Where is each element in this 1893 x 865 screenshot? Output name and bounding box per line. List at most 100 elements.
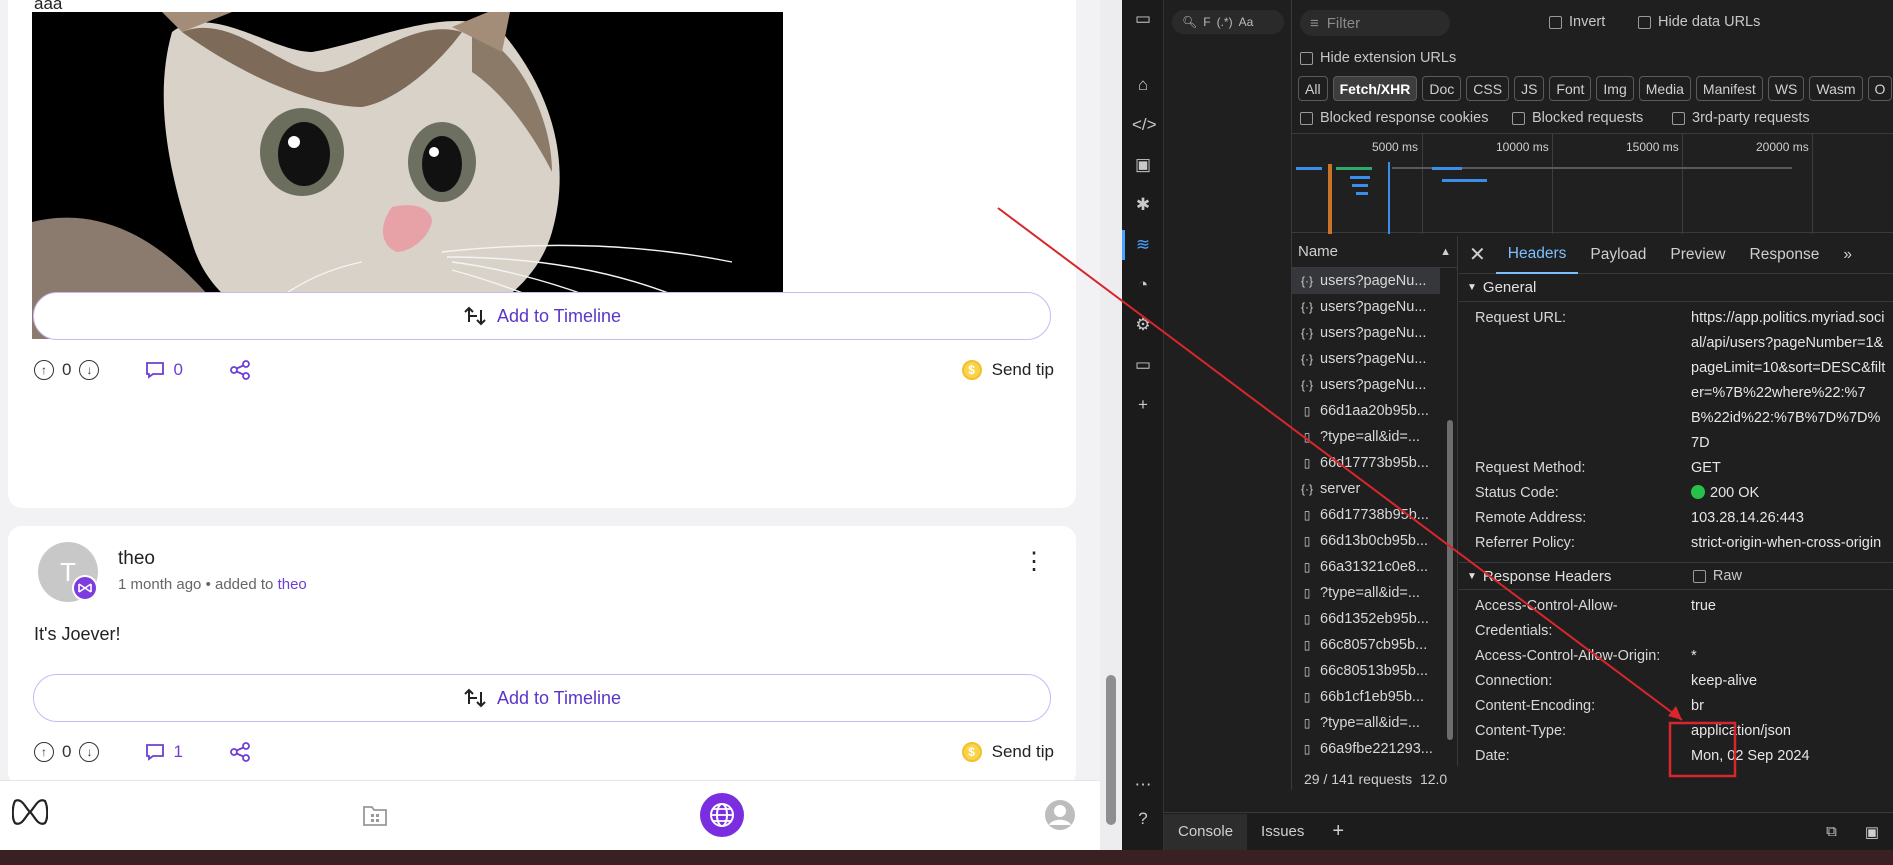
home-icon[interactable]: ⌂ bbox=[1132, 74, 1154, 96]
request-row[interactable]: ▯ 66d17773b95b... bbox=[1292, 450, 1440, 476]
type-filter-button[interactable]: Img bbox=[1596, 76, 1634, 101]
invert-checkbox[interactable]: Invert bbox=[1549, 14, 1605, 30]
type-filter-button[interactable]: CSS bbox=[1466, 76, 1510, 101]
request-row[interactable]: {·} users?pageNu... bbox=[1292, 268, 1440, 294]
downvote-icon[interactable]: ↓ bbox=[79, 360, 100, 380]
type-filter-button[interactable]: O bbox=[1867, 76, 1893, 101]
comment-button[interactable]: 0 bbox=[145, 360, 183, 380]
third-party-checkbox[interactable]: 3rd-party requests bbox=[1672, 110, 1810, 126]
filter-input[interactable]: ≡ Filter bbox=[1300, 10, 1450, 36]
detail-tab[interactable]: Headers bbox=[1495, 236, 1579, 274]
more-icon[interactable]: ⋯ bbox=[1132, 774, 1154, 796]
request-row[interactable]: {·} users?pageNu... bbox=[1292, 346, 1440, 372]
type-filter-button[interactable]: Fetch/XHR bbox=[1332, 76, 1418, 101]
network-overview-timeline[interactable]: 5000 ms 10000 ms 15000 ms 20000 ms bbox=[1292, 133, 1893, 234]
upvote-icon[interactable]: ↑ bbox=[34, 360, 54, 380]
request-row[interactable]: ▯ 66d1aa20b95b... bbox=[1292, 398, 1440, 424]
regex-toggle[interactable]: (.*) bbox=[1217, 15, 1233, 29]
close-detail-icon[interactable]: ✕ bbox=[1459, 236, 1496, 274]
type-filter-button[interactable]: WS bbox=[1767, 76, 1805, 101]
hide-extension-urls-checkbox[interactable]: Hide extension URLs bbox=[1300, 50, 1456, 66]
send-tip-button[interactable]: $ Send tip bbox=[961, 360, 1054, 380]
type-filter-button[interactable]: Doc bbox=[1422, 76, 1462, 101]
globe-icon[interactable] bbox=[700, 793, 744, 837]
header-value[interactable]: GET bbox=[1691, 456, 1887, 481]
page-scroll-thumb[interactable] bbox=[1106, 675, 1116, 825]
help-icon[interactable]: ? bbox=[1132, 808, 1154, 830]
profile-avatar-icon[interactable] bbox=[1044, 799, 1076, 836]
name-column-header[interactable]: Name ▲ bbox=[1292, 236, 1457, 268]
send-tip-button[interactable]: $ Send tip bbox=[961, 742, 1054, 762]
add-to-timeline-button[interactable]: Add to Timeline bbox=[33, 292, 1051, 340]
detail-tab[interactable]: Payload bbox=[1578, 236, 1658, 274]
header-value[interactable]: https://app.politics.myriad.social/api/u… bbox=[1691, 306, 1887, 456]
folder-icon[interactable] bbox=[362, 803, 388, 832]
page-scrollbar[interactable] bbox=[1100, 0, 1122, 850]
console-icon[interactable]: ▣ bbox=[1132, 154, 1154, 176]
more-tabs-chevron-icon[interactable]: » bbox=[1831, 236, 1864, 274]
blocked-cookies-checkbox[interactable]: Blocked response cookies bbox=[1300, 110, 1488, 126]
request-row[interactable]: ▯ 66b1cf1eb95b... bbox=[1292, 684, 1440, 710]
share-button[interactable] bbox=[229, 742, 251, 762]
hide-data-urls-checkbox[interactable]: Hide data URLs bbox=[1638, 14, 1760, 30]
request-row[interactable]: ▯ 66d13b0cb95b... bbox=[1292, 528, 1440, 554]
general-section-header[interactable]: ▼ General bbox=[1459, 274, 1893, 302]
detail-tab[interactable]: Response bbox=[1738, 236, 1832, 274]
header-value[interactable]: * bbox=[1691, 644, 1887, 669]
type-filter-button[interactable]: All bbox=[1298, 76, 1328, 101]
detail-tab[interactable]: Preview bbox=[1658, 236, 1737, 274]
request-row[interactable]: {·} users?pageNu... bbox=[1292, 372, 1440, 398]
header-value[interactable]: strict-origin-when-cross-origin bbox=[1691, 531, 1887, 556]
request-row[interactable]: ▯ ?type=all&id=... bbox=[1292, 580, 1440, 606]
network-wifi-icon[interactable]: ≋ bbox=[1122, 230, 1154, 260]
request-row[interactable]: ▯ 66a31321c0e8... bbox=[1292, 554, 1440, 580]
request-row[interactable]: ▯ ?type=all&id=... bbox=[1292, 424, 1440, 450]
request-row[interactable]: ▯ ?type=all&id=... bbox=[1292, 710, 1440, 736]
header-value[interactable]: application/json bbox=[1691, 719, 1887, 744]
search-input[interactable]: 🔍︎ F (.*) Aa bbox=[1172, 10, 1284, 34]
request-row[interactable]: {·} users?pageNu... bbox=[1292, 320, 1440, 346]
post-author[interactable]: theo bbox=[118, 548, 155, 570]
request-row[interactable]: {·} users?pageNu... bbox=[1292, 294, 1440, 320]
request-list-scroll-thumb[interactable] bbox=[1447, 420, 1453, 740]
share-button[interactable] bbox=[229, 360, 251, 380]
type-filter-button[interactable]: Media bbox=[1638, 76, 1691, 101]
header-value[interactable]: true bbox=[1691, 594, 1887, 644]
issues-tab[interactable]: Issues bbox=[1247, 814, 1318, 850]
request-row[interactable]: ▯ 66a9fbe221293... bbox=[1292, 736, 1440, 762]
blocked-requests-checkbox[interactable]: Blocked requests bbox=[1512, 110, 1643, 126]
downvote-icon[interactable]: ↓ bbox=[79, 742, 100, 762]
panel-layout-icon[interactable]: ▣ bbox=[1851, 814, 1893, 850]
header-value[interactable]: br bbox=[1691, 694, 1887, 719]
comment-button[interactable]: 1 bbox=[145, 742, 183, 762]
myriad-logo-icon[interactable] bbox=[11, 795, 49, 834]
performance-icon[interactable]: ◔ bbox=[1132, 274, 1154, 296]
console-tab[interactable]: Console bbox=[1164, 813, 1248, 850]
header-value[interactable]: 103.28.14.26:443 bbox=[1691, 506, 1887, 531]
dock-icon[interactable]: ⧉ bbox=[1812, 814, 1851, 850]
type-filter-button[interactable]: Manifest bbox=[1695, 76, 1763, 101]
memory-gear-icon[interactable]: ⚙ bbox=[1132, 314, 1154, 336]
type-filter-button[interactable]: JS bbox=[1514, 76, 1545, 101]
request-row[interactable]: ▯ 66c8057cb95b... bbox=[1292, 632, 1440, 658]
elements-icon[interactable]: </> bbox=[1132, 114, 1157, 136]
add-to-timeline-button[interactable]: Add to Timeline bbox=[33, 674, 1051, 722]
application-icon[interactable]: ▭ bbox=[1132, 354, 1154, 376]
response-headers-section-header[interactable]: ▼ Response Headers Raw bbox=[1459, 562, 1893, 590]
post-image[interactable] bbox=[32, 12, 783, 339]
add-drawer-tab-icon[interactable]: + bbox=[1318, 814, 1358, 850]
added-to-link[interactable]: theo bbox=[278, 576, 307, 593]
add-tool-icon[interactable]: + bbox=[1132, 394, 1154, 416]
type-filter-button[interactable]: Font bbox=[1549, 76, 1592, 101]
type-filter-button[interactable]: Wasm bbox=[1809, 76, 1863, 101]
case-toggle[interactable]: Aa bbox=[1239, 15, 1254, 29]
header-value[interactable]: keep-alive bbox=[1691, 669, 1887, 694]
header-value[interactable]: 200 OK bbox=[1691, 481, 1887, 506]
header-value[interactable]: Mon, 02 Sep 2024 bbox=[1691, 744, 1887, 769]
window-icon[interactable]: ▭ bbox=[1132, 8, 1154, 30]
bug-icon[interactable]: ✱ bbox=[1132, 194, 1154, 216]
request-row[interactable]: {·} server bbox=[1292, 476, 1440, 502]
request-list-scrollbar[interactable] bbox=[1445, 270, 1455, 764]
request-row[interactable]: ▯ 66d17738b95b... bbox=[1292, 502, 1440, 528]
request-row[interactable]: ▯ 66c80513b95b... bbox=[1292, 658, 1440, 684]
